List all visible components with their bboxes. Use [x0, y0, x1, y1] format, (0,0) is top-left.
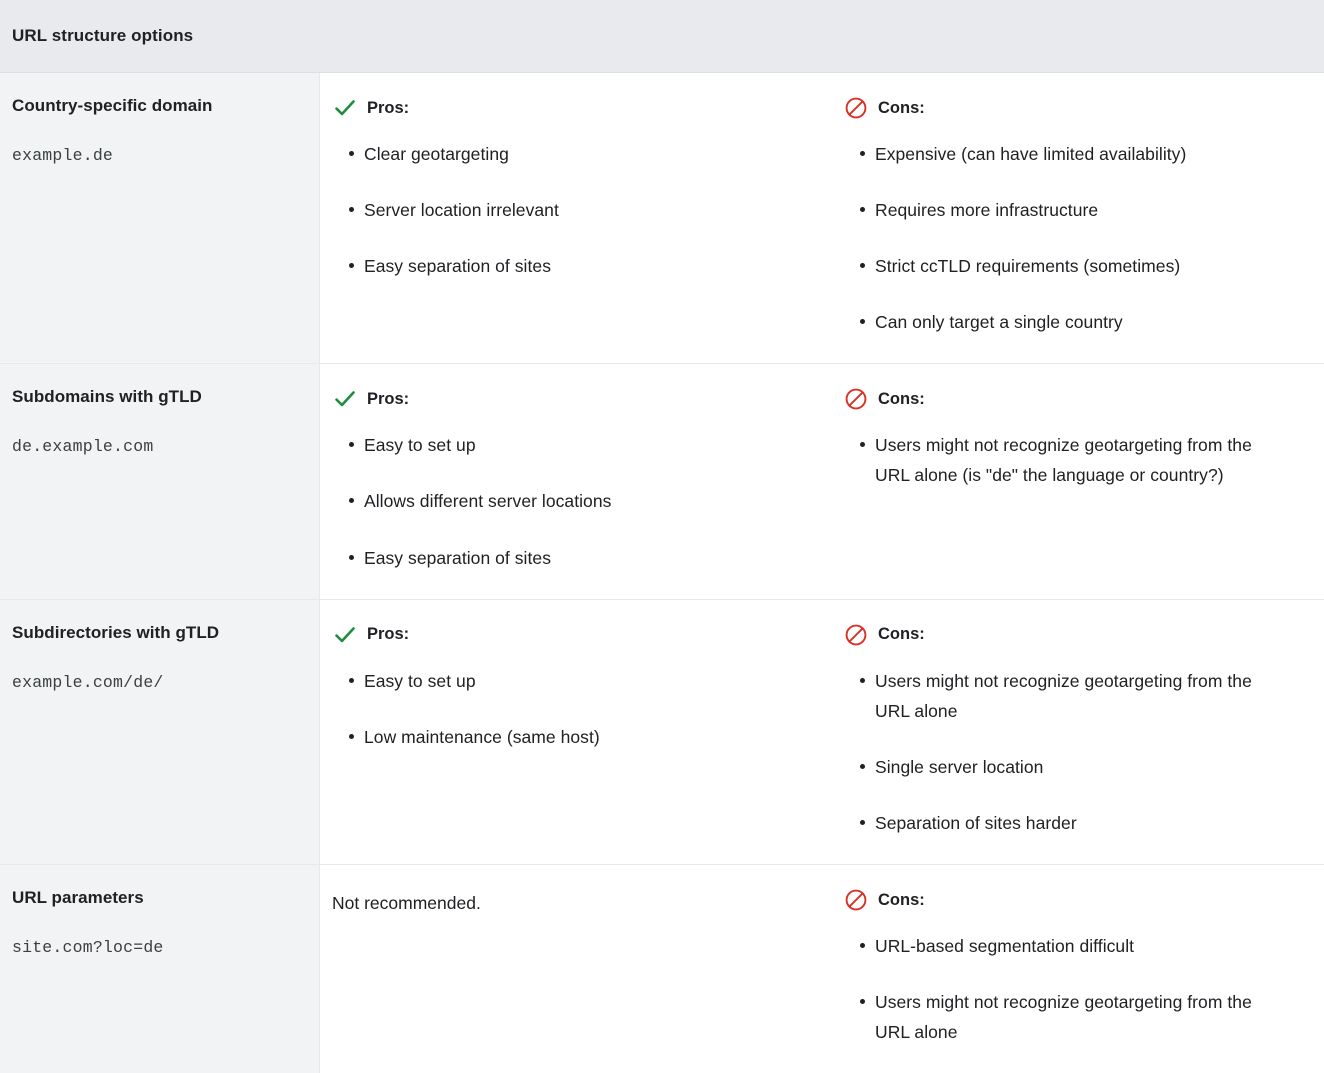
pros-list-item: Easy to set up — [332, 666, 764, 696]
option-cell: Country-specific domain example.de — [0, 73, 320, 364]
option-cell: Subdomains with gTLD de.example.com — [0, 364, 320, 599]
cons-list: Expensive (can have limited availability… — [843, 139, 1306, 337]
cons-label: Cons: — [878, 890, 925, 909]
cons-list-item: Expensive (can have limited availability… — [843, 139, 1273, 169]
cons-label: Cons: — [878, 98, 925, 117]
cons-list-item: Separation of sites harder — [843, 808, 1273, 838]
cons-list-item: Requires more infrastructure — [843, 195, 1273, 225]
option-code-example: de.example.com — [12, 437, 154, 457]
pros-note: Not recommended. — [332, 893, 481, 914]
option-title: Subdomains with gTLD — [12, 387, 202, 407]
table-row-3: Subdirectories with gTLD example.com/de/… — [0, 599, 1324, 866]
pros-label: Pros: — [367, 625, 410, 644]
pros-header: Pros: — [332, 620, 813, 650]
cons-label: Cons: — [878, 389, 925, 408]
option-cell: URL parameters site.com?loc=de — [0, 865, 320, 1073]
cons-header: Cons: — [843, 620, 1306, 650]
cons-header: Cons: — [843, 93, 1306, 123]
cons-list-item: Users might not recognize geotargeting f… — [843, 987, 1273, 1047]
table-row-1: Country-specific domain example.de Pros:… — [0, 73, 1324, 365]
cons-list-item: Can only target a single country — [843, 307, 1273, 337]
table-row-2: Subdomains with gTLD de.example.com Pros… — [0, 364, 1324, 600]
check-icon — [332, 386, 358, 412]
option-code-example: example.de — [12, 145, 114, 165]
cons-list-item: Single server location — [843, 752, 1273, 782]
cons-label: Cons: — [878, 625, 925, 644]
cons-list: Users might not recognize geotargeting f… — [843, 666, 1306, 838]
pros-cell: Not recommended. — [320, 865, 831, 1073]
page-title: URL structure options — [12, 26, 194, 45]
option-code-example: example.com/de/ — [12, 672, 164, 692]
option-code-example: site.com?loc=de — [12, 937, 164, 957]
table-body: Country-specific domain example.de Pros:… — [0, 73, 1324, 1073]
prohibition-icon — [843, 622, 869, 648]
cons-list-item: Users might not recognize geotargeting f… — [843, 666, 1273, 726]
cons-list: Users might not recognize geotargeting f… — [843, 430, 1306, 490]
url-structure-options-table: URL structure options Country-specific d… — [0, 0, 1324, 1073]
pros-list-item: Clear geotargeting — [332, 139, 764, 169]
pros-cell: Pros: Clear geotargeting Server location … — [320, 73, 831, 364]
pros-list-item: Easy separation of sites — [332, 543, 764, 573]
cons-list-item: URL-based segmentation difficult — [843, 931, 1273, 961]
cons-cell: Cons: Expensive (can have limited availa… — [831, 73, 1324, 364]
cons-list-item: Users might not recognize geotargeting f… — [843, 430, 1273, 490]
pros-list-item: Easy separation of sites — [332, 251, 764, 281]
cons-list: URL-based segmentation difficult Users mi… — [843, 931, 1306, 1047]
option-title: Subdirectories with gTLD — [12, 622, 220, 642]
pros-list-item: Easy to set up — [332, 430, 764, 460]
check-icon — [332, 95, 358, 121]
pros-cell: Pros: Easy to set up Low maintenance (sam… — [320, 599, 831, 865]
pros-label: Pros: — [367, 98, 410, 117]
cons-header: Cons: — [843, 384, 1306, 414]
pros-list: Easy to set up Allows different server lo… — [332, 430, 813, 572]
cons-cell: Cons: Users might not recognize geotarge… — [831, 364, 1324, 599]
pros-header: Pros: — [332, 93, 813, 123]
pros-cell: Pros: Easy to set up Allows different ser… — [320, 364, 831, 599]
option-cell: Subdirectories with gTLD example.com/de/ — [0, 599, 320, 865]
pros-list: Clear geotargeting Server location irrele… — [332, 139, 813, 281]
cons-cell: Cons: URL-based segmentation difficult Us… — [831, 865, 1324, 1073]
pros-list-item: Low maintenance (same host) — [332, 722, 764, 752]
cons-list-item: Strict ccTLD requirements (sometimes) — [843, 251, 1273, 281]
table-header: URL structure options — [0, 0, 1324, 73]
pros-list: Easy to set up Low maintenance (same host… — [332, 666, 813, 752]
table-row-4: URL parameters site.com?loc=de Not recom… — [0, 865, 1324, 1073]
prohibition-icon — [843, 887, 869, 913]
pros-list-item: Server location irrelevant — [332, 195, 764, 225]
pros-list-item: Allows different server locations — [332, 486, 764, 516]
option-title: Country-specific domain — [12, 96, 213, 115]
pros-label: Pros: — [367, 389, 410, 408]
prohibition-icon — [843, 95, 869, 121]
check-icon — [332, 622, 358, 648]
pros-header: Pros: — [332, 384, 813, 414]
option-title: URL parameters — [12, 888, 144, 908]
cons-cell: Cons: Users might not recognize geotarge… — [831, 599, 1324, 865]
cons-header: Cons: — [843, 885, 1306, 915]
prohibition-icon — [843, 386, 869, 412]
